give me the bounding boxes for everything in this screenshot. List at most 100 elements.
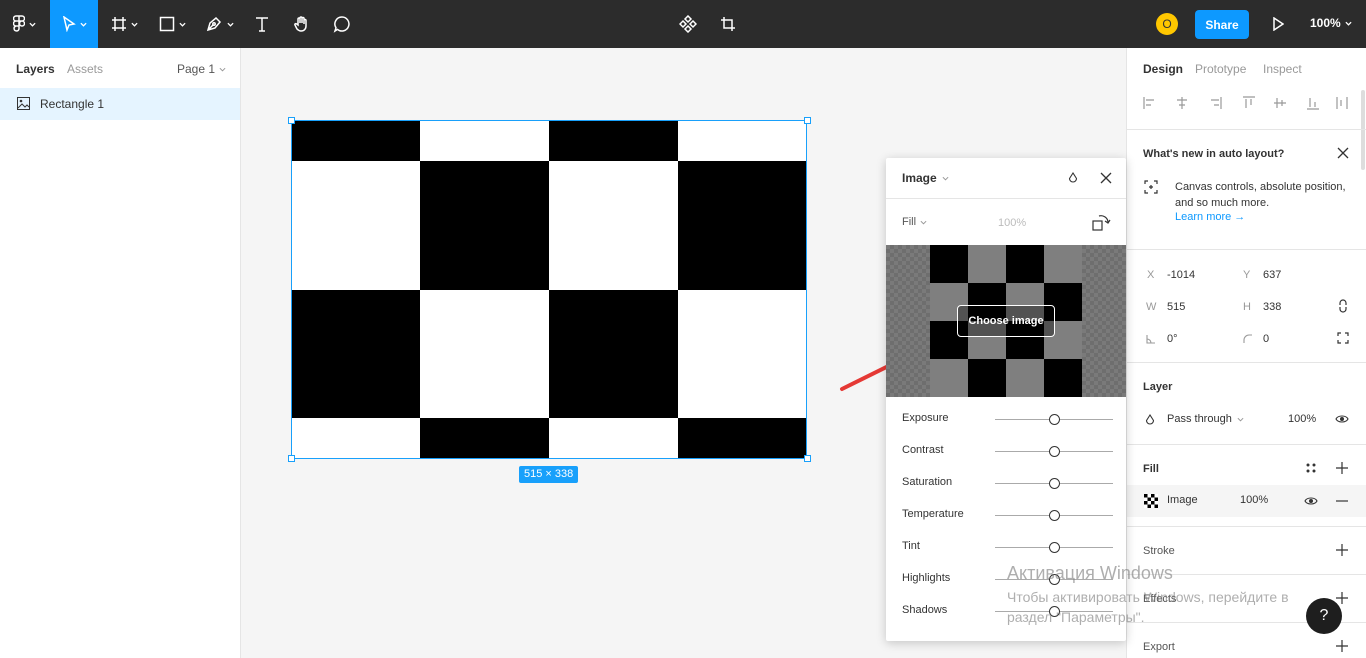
zoom-dropdown[interactable]: 100% [1310, 16, 1352, 30]
fill-row-image[interactable]: Image 100% [1127, 485, 1366, 517]
slider-knob[interactable] [1048, 542, 1060, 553]
remove-fill-icon[interactable] [1336, 500, 1348, 502]
blend-mode-value: Pass through [1167, 413, 1232, 425]
learn-more-link[interactable]: Learn more → [1175, 211, 1245, 223]
add-stroke-icon[interactable] [1336, 544, 1348, 556]
share-button[interactable]: Share [1195, 10, 1249, 39]
activation-watermark-title: Активация Windows [1007, 563, 1173, 583]
user-avatar[interactable]: O [1156, 13, 1178, 35]
fill-opacity[interactable]: 100% [1240, 494, 1268, 506]
tab-prototype[interactable]: Prototype [1195, 62, 1246, 76]
align-left-icon[interactable] [1143, 97, 1154, 109]
rotation-input[interactable]: 0° [1167, 333, 1178, 345]
adjustment-label: Highlights [902, 572, 951, 584]
tab-inspect[interactable]: Inspect [1263, 62, 1302, 76]
eye-icon[interactable] [1304, 496, 1318, 506]
layer-opacity-input[interactable]: 100% [1288, 413, 1316, 425]
close-icon[interactable] [1337, 147, 1349, 159]
comment-tool-button[interactable] [326, 0, 358, 48]
checkerboard-image[interactable] [291, 120, 807, 459]
blend-mode-dropdown[interactable]: Pass through [1167, 413, 1244, 425]
layer-section: Layer Pass through 100% [1127, 362, 1366, 444]
text-icon [256, 17, 268, 32]
move-tool-button[interactable] [50, 0, 98, 48]
slider-knob[interactable] [1048, 478, 1060, 489]
layers-panel: Layers Assets Page 1 Rectangle 1 [0, 48, 241, 658]
frame-icon [111, 17, 126, 31]
popover-title: Image [902, 171, 937, 185]
slider-knob[interactable] [1048, 414, 1060, 425]
image-fill-swatch-icon[interactable] [1144, 494, 1158, 508]
present-button[interactable] [1266, 0, 1290, 48]
layer-item-rectangle-1[interactable]: Rectangle 1 [0, 88, 240, 120]
pen-tool-button[interactable] [198, 0, 240, 48]
corner-radius-input[interactable]: 0 [1263, 333, 1269, 345]
hand-tool-button[interactable] [286, 0, 318, 48]
constrain-proportions-icon[interactable] [1337, 299, 1349, 313]
align-horizontal-center-icon[interactable] [1177, 97, 1187, 109]
shape-tool-button[interactable] [152, 0, 192, 48]
scale-mode-value: Fill [902, 216, 917, 228]
align-right-icon[interactable] [1211, 97, 1222, 109]
add-export-icon[interactable] [1336, 640, 1348, 652]
size-badge: 515 × 338 [519, 466, 579, 483]
slider-knob[interactable] [1048, 446, 1060, 457]
rotate-image-icon[interactable] [1092, 213, 1112, 231]
tab-layers[interactable]: Layers [16, 62, 55, 76]
adjustment-row-exposure: Exposure [886, 403, 1126, 435]
tab-assets[interactable]: Assets [67, 62, 103, 76]
adjustment-label: Saturation [902, 476, 953, 488]
align-bottom-icon[interactable] [1307, 98, 1319, 110]
x-input[interactable]: -1014 [1167, 269, 1195, 281]
align-top-icon[interactable] [1243, 96, 1255, 108]
styles-icon[interactable] [1305, 462, 1317, 474]
width-input[interactable]: 515 [1167, 301, 1185, 313]
image-preview[interactable]: Choose image [886, 245, 1126, 397]
blend-mode-icon[interactable] [1068, 172, 1078, 184]
add-fill-icon[interactable] [1336, 462, 1348, 474]
fill-section: Fill Image 100% [1127, 444, 1366, 526]
resize-handle-bottom-right[interactable] [804, 455, 811, 462]
stroke-section-title: Stroke [1143, 545, 1175, 557]
choose-image-button[interactable]: Choose image [957, 305, 1055, 337]
resize-handle-top-left[interactable] [288, 117, 295, 124]
layer-section-title: Layer [1143, 381, 1173, 393]
height-input[interactable]: 338 [1263, 301, 1281, 313]
chevron-down-icon [226, 22, 234, 27]
resize-handle-bottom-left[interactable] [288, 455, 295, 462]
slider-knob[interactable] [1048, 510, 1060, 521]
main-menu-button[interactable] [0, 0, 48, 48]
chevron-down-icon [130, 22, 138, 27]
image-opacity[interactable]: 100% [998, 217, 1026, 229]
distribute-icon[interactable] [1336, 97, 1348, 109]
rotation-icon [1146, 335, 1155, 344]
page-selector[interactable]: Page 1 [177, 62, 226, 76]
play-icon [1273, 17, 1284, 31]
frame-tool-button[interactable] [104, 0, 144, 48]
corner-radius-icon [1243, 334, 1252, 343]
eye-icon[interactable] [1335, 414, 1349, 424]
adjustment-label: Exposure [902, 412, 949, 424]
chevron-down-icon [28, 22, 36, 27]
text-tool-button[interactable] [246, 0, 278, 48]
fill-type-dropdown[interactable]: Image [902, 171, 949, 185]
crop-button[interactable] [712, 0, 744, 48]
scale-mode-dropdown[interactable]: Fill [902, 216, 927, 228]
y-input[interactable]: 637 [1263, 269, 1281, 281]
independent-corners-icon[interactable] [1337, 332, 1349, 344]
move-icon [62, 16, 76, 32]
h-label: H [1243, 301, 1251, 313]
resize-handle-top-right[interactable] [804, 117, 811, 124]
close-icon[interactable] [1100, 172, 1112, 184]
add-effect-icon[interactable] [1336, 592, 1348, 604]
whats-new-card: What's new in auto layout? Canvas contro… [1127, 129, 1366, 249]
adjustment-label: Temperature [902, 508, 964, 520]
comment-icon [333, 16, 350, 33]
fill-section-title: Fill [1143, 463, 1159, 475]
component-button[interactable] [672, 0, 704, 48]
align-vertical-center-icon[interactable] [1274, 98, 1286, 108]
tab-design[interactable]: Design [1143, 62, 1183, 76]
rectangle-icon [159, 16, 174, 32]
help-button[interactable]: ? [1306, 598, 1342, 634]
adjustment-row-tint: Tint [886, 531, 1126, 563]
